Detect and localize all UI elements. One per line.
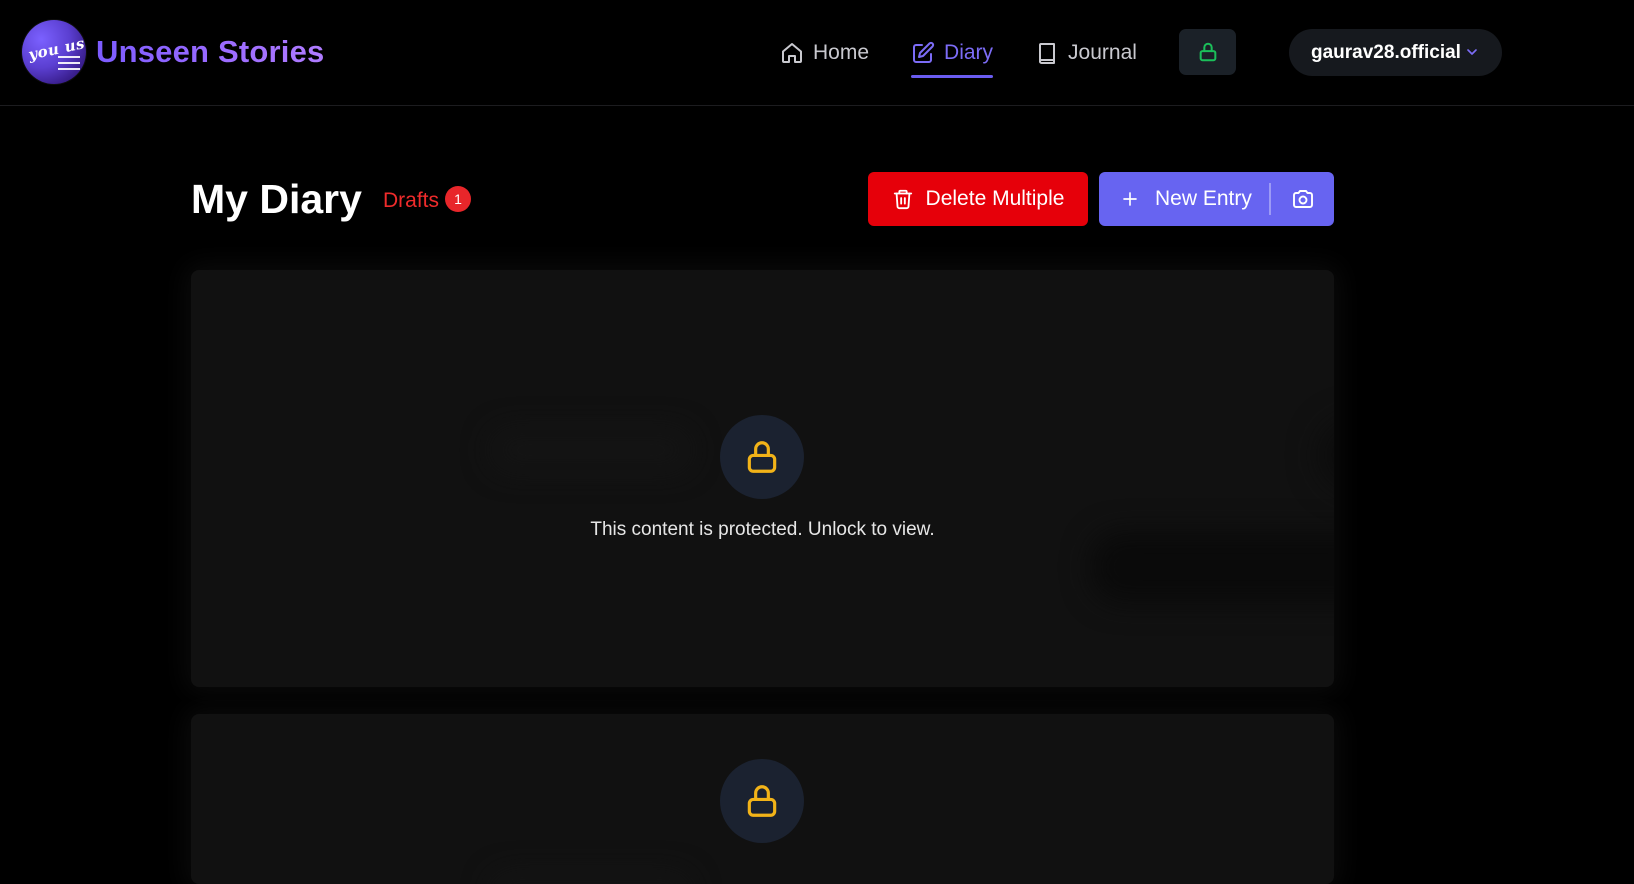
blurred-content xyxy=(1091,532,1334,602)
notebook-lines-icon xyxy=(58,56,80,76)
brand-logo: you us xyxy=(22,20,86,84)
camera-icon xyxy=(1292,190,1313,208)
trash-icon xyxy=(893,189,912,210)
camera-entry-button[interactable] xyxy=(1271,172,1334,226)
unlock-button[interactable] xyxy=(720,415,804,499)
nav-item-diary-label: Diary xyxy=(944,41,994,64)
drafts-label: Drafts xyxy=(383,189,440,212)
nav-item-home-label: Home xyxy=(813,41,870,64)
book-icon xyxy=(1039,43,1056,64)
brand-name: Unseen Stories xyxy=(96,34,325,69)
lock-icon xyxy=(747,441,777,473)
chevron-down-icon xyxy=(1467,49,1477,55)
delete-multiple-button[interactable]: Delete Multiple xyxy=(868,172,1088,226)
blurred-content xyxy=(491,430,691,470)
diary-entry-card[interactable] xyxy=(191,714,1334,884)
main-nav: Home Diary Journal xyxy=(780,28,1179,78)
nav-item-home[interactable]: Home xyxy=(780,28,869,78)
lock-button[interactable] xyxy=(1179,29,1236,75)
new-entry-button[interactable]: New Entry xyxy=(1099,172,1269,226)
lock-icon xyxy=(747,785,777,817)
nav-item-diary[interactable]: Diary xyxy=(911,28,994,78)
new-entry-label: New Entry xyxy=(1155,187,1252,210)
drafts-link[interactable]: Drafts 1 xyxy=(383,186,472,214)
new-entry-split-button: New Entry xyxy=(1099,172,1334,226)
unlock-button[interactable] xyxy=(720,759,804,843)
plus-icon xyxy=(1123,192,1137,206)
nav-item-journal[interactable]: Journal xyxy=(1035,28,1137,78)
user-menu[interactable]: gaurav28.official xyxy=(1289,29,1502,76)
nav-item-journal-label: Journal xyxy=(1068,41,1137,64)
blurred-content xyxy=(1321,420,1334,490)
username: gaurav28.official xyxy=(1311,41,1461,63)
lock-icon xyxy=(1199,42,1216,62)
blurred-content xyxy=(491,874,691,884)
brand[interactable]: you us Unseen Stories xyxy=(22,20,325,84)
delete-multiple-label: Delete Multiple xyxy=(925,187,1065,210)
drafts-count-badge: 1 xyxy=(445,186,472,212)
edit-icon xyxy=(913,41,935,63)
protected-message: This content is protected. Unlock to vie… xyxy=(590,519,935,540)
home-icon xyxy=(782,43,802,63)
diary-entry-card[interactable]: This content is protected. Unlock to vie… xyxy=(191,270,1334,687)
page-title: My Diary xyxy=(191,176,362,222)
top-navbar: you us Unseen Stories Home Diary Journal… xyxy=(0,0,1634,106)
